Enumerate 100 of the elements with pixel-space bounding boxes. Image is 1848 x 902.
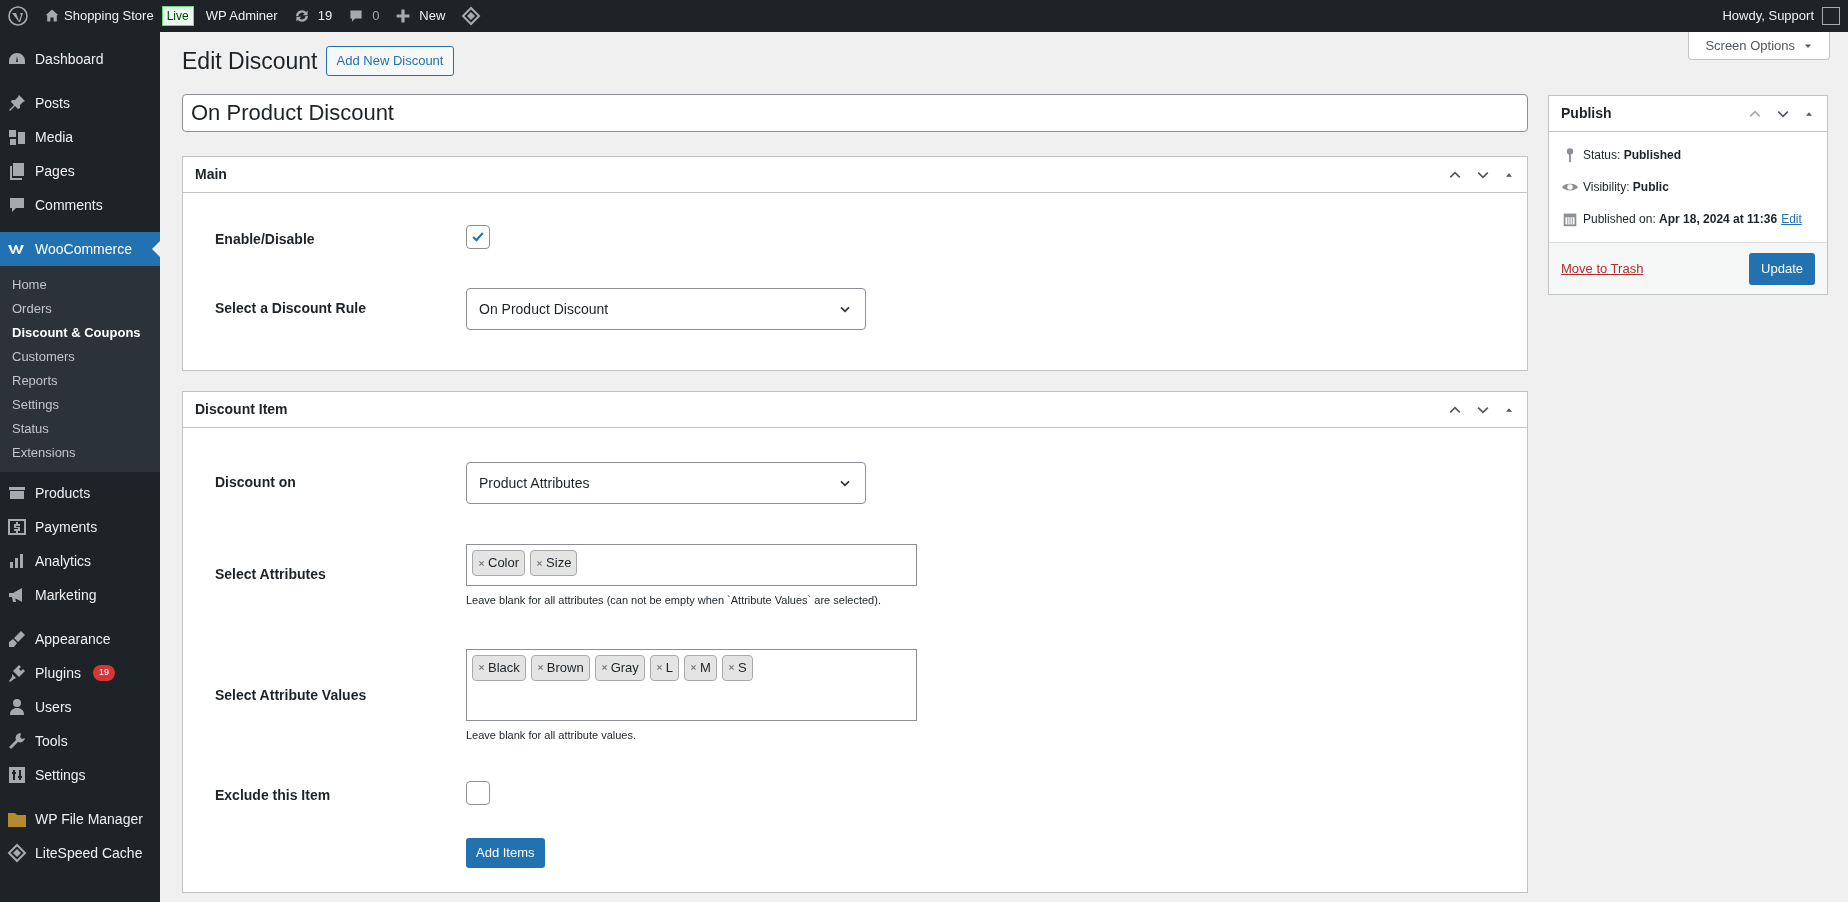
wordpress-logo-icon [8, 6, 28, 26]
tag-label: Black [488, 658, 520, 677]
update-count: 19 [317, 7, 333, 26]
sidebar-item[interactable]: Posts [0, 86, 160, 120]
sidebar-item[interactable]: Users [0, 690, 160, 724]
tag-label: Brown [546, 658, 584, 677]
sidebar-item[interactable]: Appearance [0, 622, 160, 656]
sidebar-item[interactable]: Payments [0, 510, 160, 544]
admin-bar-link[interactable]: WP Adminer [205, 6, 278, 26]
multiselect-field[interactable]: Color Size [466, 544, 917, 586]
sidebar-item[interactable]: Tools [0, 724, 160, 758]
remove-icon[interactable] [478, 559, 485, 567]
select-dropdown[interactable]: Product Attributes [466, 462, 866, 504]
help-text: Leave blank for all attributes (can not be empty when `Attribute Values` are selected). [466, 593, 882, 608]
tag-chip[interactable]: Black [472, 654, 526, 681]
home-icon [44, 8, 60, 24]
screen-options-button[interactable]: Screen Options [1688, 32, 1830, 60]
remove-icon[interactable] [690, 664, 698, 671]
comments-link[interactable]: 0 [348, 6, 380, 26]
submenu-item[interactable]: Orders [0, 297, 160, 321]
sidebar-item[interactable]: Dashboard [0, 42, 160, 76]
move-to-trash-link[interactable]: Move to Trash [1561, 258, 1644, 279]
greeting-link[interactable]: Howdy, Support [1722, 6, 1814, 26]
tag-label: L [665, 658, 674, 677]
multiselect-field[interactable]: Black Brown Gray L M S [466, 648, 917, 721]
sidebar-item[interactable]: Comments [0, 188, 160, 222]
remove-icon[interactable] [655, 664, 663, 671]
pushpin-icon [7, 93, 27, 113]
sliders-icon [7, 765, 27, 785]
submenu-item[interactable]: Extensions [0, 441, 160, 465]
remove-icon[interactable] [478, 664, 485, 671]
current-menu-pointer [152, 241, 160, 257]
sidebar-item[interactable]: WooCommerce [0, 232, 160, 266]
field-label: Select Attribute Values [215, 685, 368, 705]
tag-chip[interactable]: Brown [530, 654, 590, 681]
sidebar-item[interactable]: WP File Manager [0, 802, 160, 836]
diamond-icon [7, 843, 27, 863]
media-icon [7, 127, 27, 147]
submenu-item[interactable]: Home [0, 273, 160, 297]
sidebar-item[interactable]: Media [0, 120, 160, 154]
sidebar-item[interactable]: Plugins 19 [0, 656, 160, 690]
checkbox[interactable] [466, 781, 490, 805]
postbox-title: Discount Item [195, 400, 289, 419]
plus-icon [395, 8, 412, 24]
new-content-link[interactable]: New [395, 6, 446, 26]
site-name-link[interactable]: Shopping Store [64, 6, 154, 26]
postbox-title: Main [195, 165, 228, 184]
tag-chip[interactable]: L [649, 654, 680, 681]
plug-icon [7, 663, 27, 683]
new-label: New [419, 7, 446, 26]
tag-label: Color [488, 554, 520, 573]
paintbrush-icon [7, 629, 27, 649]
submenu-item[interactable]: Discount & Coupons [0, 321, 160, 345]
sidebar-item[interactable]: Pages [0, 154, 160, 188]
pages-icon [7, 161, 27, 181]
submenu-item[interactable]: Status [0, 417, 160, 441]
publish-info-text: Status: Published [1583, 147, 1682, 164]
tag-chip[interactable]: Color [472, 550, 526, 576]
speech-bubble-icon [7, 195, 27, 215]
user-icon [7, 697, 27, 717]
add-new-button[interactable]: Add New Discount [325, 46, 455, 76]
field-label: Discount on [215, 473, 297, 492]
add-items-button[interactable]: Add Items [466, 838, 545, 868]
tag-chip[interactable]: Gray [594, 654, 645, 681]
updates-link[interactable]: 19 [293, 6, 333, 26]
count-badge: 19 [92, 665, 115, 681]
edit-link[interactable]: Edit [1781, 210, 1802, 228]
submenu-item[interactable]: Reports [0, 369, 160, 393]
publish-info-text: Visibility: Public [1583, 179, 1669, 196]
remove-icon[interactable] [536, 664, 544, 671]
tag-chip[interactable]: Size [530, 550, 578, 576]
refresh-icon [293, 8, 310, 24]
tag-label: M [700, 658, 711, 677]
remove-icon[interactable] [600, 664, 608, 671]
sidebar-item[interactable]: LiteSpeed Cache [0, 836, 160, 870]
publish-info-text: Published on: Apr 18, 2024 at 11:36 [1583, 211, 1778, 228]
sidebar-item[interactable]: Products [0, 476, 160, 510]
page-title: Edit Discount [182, 46, 318, 76]
field-label: Select Attributes [215, 565, 327, 584]
select-dropdown[interactable]: On Product Discount [466, 288, 866, 330]
sidebar-item[interactable]: Marketing [0, 578, 160, 612]
tag-label: Size [546, 554, 572, 573]
submenu-item[interactable]: Customers [0, 345, 160, 369]
sidebar-item[interactable]: Settings [0, 758, 160, 792]
remove-icon[interactable] [536, 559, 544, 567]
postbox-title: Publish [1561, 104, 1613, 123]
sidebar-item[interactable]: Analytics [0, 544, 160, 578]
tag-chip[interactable]: M [684, 654, 717, 681]
title-field[interactable]: On Product Discount [182, 94, 1528, 132]
dollar-icon [7, 517, 27, 537]
live-badge: Live [161, 6, 194, 26]
remove-icon[interactable] [727, 664, 735, 671]
update-button[interactable]: Update [1749, 252, 1815, 285]
comment-count: 0 [372, 7, 380, 26]
tag-label: S [737, 658, 747, 677]
submenu-item[interactable]: Settings [0, 393, 160, 417]
checkbox[interactable] [466, 225, 490, 249]
tag-chip[interactable]: S [721, 654, 753, 681]
field-label: Enable/Disable [215, 230, 316, 249]
field-label: Exclude this Item [215, 786, 332, 805]
